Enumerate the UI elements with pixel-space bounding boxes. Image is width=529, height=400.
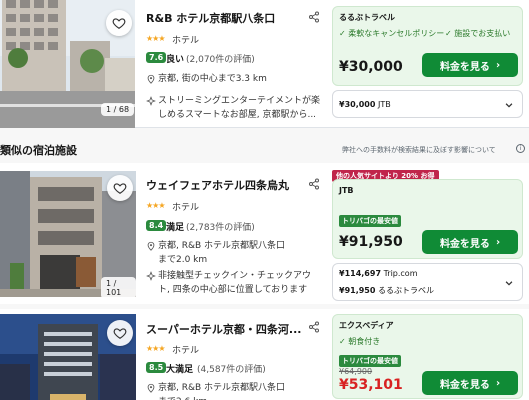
favorite-button[interactable] <box>107 175 133 201</box>
top-deal-box[interactable]: JTB トリバゴの最安値 ¥91,950 料金を見る › <box>332 179 523 259</box>
lowest-price-tag: トリバゴの最安値 <box>339 355 401 367</box>
deal-price: ¥53,101 <box>339 377 403 393</box>
alt-price: ¥114,697 <box>339 269 382 278</box>
alt-site: JTB <box>377 100 391 109</box>
search-results-page: 1 / 68 R&B ホテル京都駅八条口 ★★★ ホテル 7.6 良い (2,0… <box>0 0 529 400</box>
amenity-icon <box>146 96 156 106</box>
amenity-text: ストリーミングエンターテイメントが楽しめるスマートなお部屋, 京都駅から... <box>158 96 321 120</box>
location-text: 京都, R&B ホテル京都駅八条口まで2.0 km <box>158 241 286 265</box>
photo-counter: 1 / 101 <box>101 277 136 297</box>
feature-label: 施設でお支払い <box>454 29 511 38</box>
pay-at-hotel-feature: ✓ 施設でお支払い <box>445 29 511 38</box>
cancellation-feature: ✓ 柔軟なキャンセルポリシー <box>339 29 445 38</box>
hotel-card-wayfair-shijo[interactable]: 1 / 101 ウェイフェアホテル四条烏丸 ★★★ ホテル 8.4 満足 (2,… <box>0 163 529 304</box>
deal-site-name: JTB <box>339 186 354 195</box>
location-text: 京都, R&B ホテル京都駅八条口まで2.6 km <box>158 383 286 400</box>
view-deal-button[interactable]: 料金を見る › <box>422 371 518 395</box>
chevron-down-icon <box>505 103 513 108</box>
view-deal-label: 料金を見る <box>439 379 490 391</box>
accommodation-type: ホテル <box>172 36 200 46</box>
alt-price: ¥30,000 <box>339 100 376 109</box>
alt-site: Trip.com <box>383 269 418 278</box>
share-icon[interactable] <box>308 321 320 333</box>
accommodation-type: ホテル <box>172 346 200 356</box>
accommodation-type: ホテル <box>172 203 200 213</box>
favorite-button[interactable] <box>106 10 132 36</box>
alternative-deal: ¥30,000 JTB <box>339 100 391 109</box>
review-count[interactable]: (2,783件の評価) <box>186 220 255 233</box>
review-count[interactable]: (2,070件の評価) <box>186 52 255 65</box>
favorite-button[interactable] <box>107 320 133 346</box>
rating-score-badge: 8.5 <box>146 362 167 373</box>
arrow-right-icon: › <box>495 377 501 389</box>
hotel-name[interactable]: R&B ホテル京都駅八条口 <box>146 10 275 26</box>
photo-counter: 1 / 68 <box>101 103 135 116</box>
lowest-price-tag: トリバゴの最安値 <box>339 215 401 227</box>
rating-score-badge: 7.6 <box>146 52 167 63</box>
view-deal-button[interactable]: 料金を見る › <box>422 53 518 77</box>
hotel-photo[interactable]: 1 / 68 <box>0 0 135 128</box>
view-deal-button[interactable]: 料金を見る › <box>422 230 518 254</box>
hotel-name[interactable]: スーパーホテル京都・四条河... <box>146 321 301 337</box>
share-icon[interactable] <box>308 178 320 190</box>
heart-icon <box>113 183 127 194</box>
rating-label: 大満足 <box>166 365 194 375</box>
section-title-similar-properties: 類似の宿泊施設 <box>0 144 77 157</box>
alt-site: るるぶトラベル <box>377 286 434 295</box>
top-deal-box[interactable]: るるぶトラベル ✓ 柔軟なキャンセルポリシー ✓ 施設でお支払い ¥30,000… <box>332 6 523 86</box>
breakfast-feature: ✓ 朝食付き <box>339 337 381 346</box>
deal-site-name: エクスペディア <box>339 321 394 330</box>
rating-score-badge: 8.4 <box>146 220 167 231</box>
rating-label: 満足 <box>166 223 185 233</box>
pin-icon <box>147 241 155 251</box>
hotel-card-super-hotel[interactable]: スーパーホテル京都・四条河... ★★★ ホテル 8.5 大満足 (4,587件… <box>0 309 529 400</box>
alternative-deal: ¥114,697 Trip.com <box>339 269 418 278</box>
hotel-name[interactable]: ウェイフェアホテル四条烏丸 <box>146 177 289 193</box>
amenity-text: 非接触型チェックイン・チェックアウト, 四条の中心部に位置しております <box>158 271 312 295</box>
location-text: 京都, 街の中心まで3.3 km <box>158 74 267 84</box>
amenity-icon <box>146 271 156 281</box>
alternative-deals-dropdown[interactable]: ¥30,000 JTB <box>332 90 523 118</box>
share-icon[interactable] <box>308 11 320 23</box>
hotel-card-rb-kyoto[interactable]: 1 / 68 R&B ホテル京都駅八条口 ★★★ ホテル 7.6 良い (2,0… <box>0 0 529 128</box>
feature-label: 朝食付き <box>348 337 381 346</box>
heart-icon <box>112 18 126 29</box>
hotel-photo[interactable] <box>0 314 136 400</box>
alternative-deal: ¥91,950 るるぶトラベル <box>339 285 434 296</box>
view-deal-label: 料金を見る <box>439 61 490 73</box>
arrow-right-icon: › <box>495 236 501 248</box>
pin-icon <box>147 74 155 84</box>
star-rating: ★★★ <box>146 201 165 210</box>
deal-price: ¥91,950 <box>339 234 403 250</box>
feature-label: 柔軟なキャンセルポリシー <box>348 29 445 38</box>
hotel-photo[interactable]: 1 / 101 <box>0 171 136 297</box>
alt-price: ¥91,950 <box>339 286 376 295</box>
rating-label: 良い <box>166 55 185 65</box>
arrow-right-icon: › <box>495 59 501 71</box>
top-deal-box[interactable]: エクスペディア ✓ 朝食付き トリバゴの最安値 ¥64,900 ¥53,101 … <box>332 314 523 399</box>
alternative-deals-dropdown[interactable]: ¥114,697 Trip.com ¥91,950 るるぶトラベル <box>332 263 523 301</box>
chevron-down-icon <box>505 281 513 286</box>
heart-icon <box>113 328 127 339</box>
pin-icon <box>147 383 155 393</box>
deal-price: ¥30,000 <box>339 59 403 75</box>
view-deal-label: 料金を見る <box>439 238 490 250</box>
star-rating: ★★★ <box>146 344 165 353</box>
deal-site-name: るるぶトラベル <box>339 13 395 22</box>
review-count[interactable]: (4,587件の評価) <box>197 362 266 375</box>
info-icon[interactable]: i <box>516 144 525 153</box>
star-rating: ★★★ <box>146 34 165 43</box>
original-price: ¥64,900 <box>339 367 373 376</box>
commission-notice-link[interactable]: 弊社への手数料が検索結果に及ぼす影響について <box>342 145 496 155</box>
